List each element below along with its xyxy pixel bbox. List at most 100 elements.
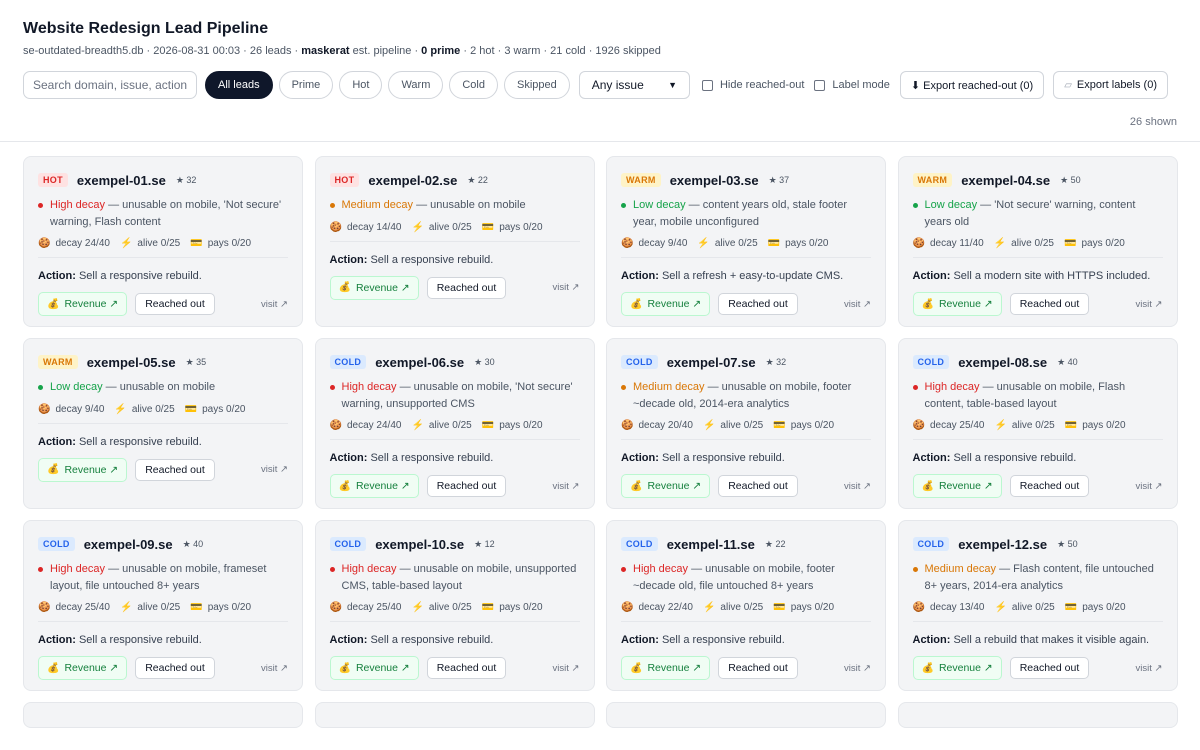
revenue-button[interactable]: 💰 Revenue ↗ xyxy=(912,292,1002,316)
reached-out-button[interactable]: Reached out xyxy=(1009,657,1090,679)
card-header: WARM exempel-04.se ★ 50 xyxy=(912,171,1163,189)
reached-out-button[interactable]: Reached out xyxy=(1009,475,1090,497)
revenue-button[interactable]: 💰 Revenue ↗ xyxy=(621,292,711,316)
alive-metric: ⚡ alive 0/25 xyxy=(994,602,1054,613)
filter-hot[interactable]: Hot xyxy=(339,71,383,99)
visit-link[interactable]: visit ↗ xyxy=(844,663,871,674)
lead-card[interactable]: COLD exempel-12.se ★ 50 Medium decay — Flas… xyxy=(897,520,1178,691)
action-line: Action: Sell a responsive rebuild. xyxy=(38,634,288,646)
filter-skipped[interactable]: Skipped xyxy=(503,71,570,99)
revenue-button[interactable]: 💰 Revenue ↗ xyxy=(38,656,128,680)
export-reached-button[interactable]: ⬇ Export reached-out (0) xyxy=(899,71,1045,99)
hide-reached-checkbox[interactable]: Hide reached-out xyxy=(701,79,804,91)
domain-name: exempel-10.se xyxy=(375,536,465,552)
lead-card[interactable]: COLD exempel-10.se ★ 12 High decay — unusab… xyxy=(314,520,595,691)
decay-prefix: decay xyxy=(346,420,374,431)
lead-card[interactable]: COLD exempel-11.se ★ 22 High decay — unusab… xyxy=(606,520,886,691)
revenue-button[interactable]: 💰 Revenue ↗ xyxy=(621,474,711,498)
decay-level: High decay xyxy=(341,381,397,393)
filter-cold[interactable]: Cold xyxy=(449,71,498,99)
visit-link[interactable]: visit ↗ xyxy=(844,299,871,310)
action-text: Sell a responsive rebuild. xyxy=(370,452,494,464)
decay-value: 9/40 xyxy=(667,238,688,249)
revenue-label: Revenue ↗ xyxy=(64,662,119,674)
revenue-button[interactable]: 💰 Revenue ↗ xyxy=(912,656,1002,680)
revenue-button[interactable]: 💰 Revenue ↗ xyxy=(621,656,711,680)
lead-card[interactable]: WARM exempel-03.se ★ 37 Low decay — content… xyxy=(606,156,886,327)
lead-card[interactable] xyxy=(23,702,303,728)
lead-card[interactable] xyxy=(314,702,595,728)
tier-badge: COLD xyxy=(38,537,75,551)
metrics-row: 🍪 decay 11/40 ⚡ alive 0/25 💳 pays 0/20 xyxy=(912,238,1163,258)
export-labels-button[interactable]: ▱ Export labels (0) xyxy=(1053,71,1168,99)
revenue-button[interactable]: 💰 Revenue ↗ xyxy=(329,275,419,300)
visit-link[interactable]: visit ↗ xyxy=(844,481,871,492)
visit-link[interactable]: visit ↗ xyxy=(553,481,580,492)
filter-warm[interactable]: Warm xyxy=(388,71,444,99)
lead-card[interactable]: WARM exempel-05.se ★ 35 Low decay — unusabl… xyxy=(23,338,303,509)
money-bag-icon: 💰 xyxy=(630,662,643,674)
star-score: ★ 22 xyxy=(764,538,786,549)
reached-out-button[interactable]: Reached out xyxy=(718,475,798,497)
card-icon: 💳 xyxy=(190,602,203,613)
cookie-icon: 🍪 xyxy=(38,403,51,415)
revenue-button[interactable]: 💰 Revenue ↗ xyxy=(329,474,419,498)
reached-out-button[interactable]: Reached out xyxy=(426,276,507,299)
lead-card[interactable] xyxy=(897,702,1178,728)
lead-card[interactable]: WARM exempel-04.se ★ 50 Low decay — 'Not se… xyxy=(897,156,1178,327)
reached-out-button[interactable]: Reached out xyxy=(135,458,215,481)
visit-link[interactable]: visit ↗ xyxy=(261,299,288,310)
visit-link[interactable]: visit ↗ xyxy=(553,282,580,293)
alive-prefix: alive xyxy=(1011,602,1033,613)
status-dot-icon xyxy=(912,567,918,572)
reached-out-button[interactable]: Reached out xyxy=(718,293,798,315)
issue-select[interactable]: Any issue ▼ xyxy=(578,71,690,99)
visit-link[interactable]: visit ↗ xyxy=(261,464,288,475)
reached-out-button[interactable]: Reached out xyxy=(426,657,507,679)
money-bag-icon: 💰 xyxy=(630,480,643,492)
pays-metric: 💳 pays 0/20 xyxy=(1065,420,1126,431)
revenue-button[interactable]: 💰 Revenue ↗ xyxy=(38,457,128,482)
checkbox-box[interactable] xyxy=(701,79,713,91)
decay-metric: 🍪 decay 22/40 xyxy=(621,602,693,613)
label-mode-checkbox[interactable]: Label mode xyxy=(814,79,890,91)
lead-card[interactable] xyxy=(606,702,886,728)
decay-metric: 🍪 decay 9/40 xyxy=(621,238,687,249)
checkbox-box[interactable] xyxy=(814,79,826,91)
reached-out-button[interactable]: Reached out xyxy=(718,657,798,679)
visit-link[interactable]: visit ↗ xyxy=(1136,481,1163,492)
lead-card[interactable]: HOT exempel-02.se ★ 22 Medium decay — unusa… xyxy=(314,156,595,327)
bolt-icon: ⚡ xyxy=(702,420,716,431)
search-input[interactable] xyxy=(23,71,197,99)
decay-prefix: decay xyxy=(55,403,83,415)
card-actions: 💰 Revenue ↗ Reached out visit ↗ xyxy=(621,474,871,498)
money-bag-icon: 💰 xyxy=(47,298,60,310)
domain-name: exempel-03.se xyxy=(669,172,759,188)
reached-out-button[interactable]: Reached out xyxy=(135,657,215,679)
reached-out-button[interactable]: Reached out xyxy=(135,293,215,315)
visit-link[interactable]: visit ↗ xyxy=(1136,299,1163,310)
lead-card[interactable]: COLD exempel-09.se ★ 40 High decay — unusab… xyxy=(23,520,303,691)
visit-link[interactable]: visit ↗ xyxy=(261,663,288,674)
reached-out-button[interactable]: Reached out xyxy=(1009,293,1090,315)
lead-card[interactable]: HOT exempel-01.se ★ 32 High decay — unusabl… xyxy=(23,156,303,327)
lead-card[interactable]: COLD exempel-07.se ★ 32 Medium decay — unus… xyxy=(606,338,886,509)
visit-link[interactable]: visit ↗ xyxy=(553,663,580,674)
reached-out-button[interactable]: Reached out xyxy=(426,475,507,497)
card-icon: 💳 xyxy=(773,420,786,431)
lead-card[interactable]: COLD exempel-06.se ★ 30 High decay — unusab… xyxy=(314,338,595,509)
revenue-button[interactable]: 💰 Revenue ↗ xyxy=(912,474,1002,498)
decay-metric: 🍪 decay 24/40 xyxy=(330,420,402,431)
revenue-button[interactable]: 💰 Revenue ↗ xyxy=(38,292,128,316)
revenue-button[interactable]: 💰 Revenue ↗ xyxy=(329,656,419,680)
lead-card[interactable]: COLD exempel-08.se ★ 40 High decay — unusab… xyxy=(897,338,1178,509)
money-bag-icon: 💰 xyxy=(47,464,60,475)
filter-all-leads[interactable]: All leads xyxy=(205,71,273,99)
metrics-row: 🍪 decay 25/40 ⚡ alive 0/25 💳 pays 0/20 xyxy=(329,602,580,622)
filter-prime[interactable]: Prime xyxy=(278,71,334,99)
card-icon: 💳 xyxy=(481,221,495,233)
decay-metric: 🍪 decay 13/40 xyxy=(913,602,985,613)
visit-link[interactable]: visit ↗ xyxy=(1136,663,1163,674)
revenue-label: Revenue ↗ xyxy=(938,298,993,310)
alive-metric: ⚡ alive 0/25 xyxy=(411,602,471,613)
